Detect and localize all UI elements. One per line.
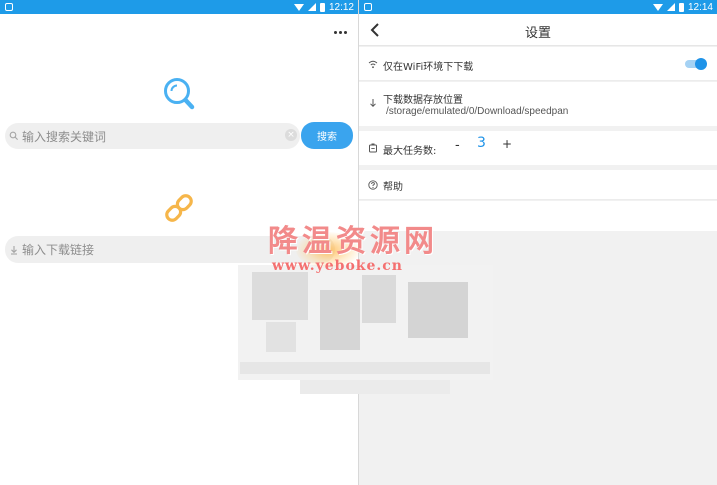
setting-label: 最大任务数: bbox=[383, 146, 437, 157]
signal-icon bbox=[666, 3, 675, 11]
link-placeholder: 输入下载链接 bbox=[22, 243, 95, 257]
battery-icon bbox=[319, 2, 325, 12]
notification-app-icon bbox=[364, 3, 372, 11]
max-tasks-value: 3 bbox=[477, 135, 486, 151]
mosaic-block bbox=[408, 282, 468, 338]
help-icon bbox=[368, 180, 378, 190]
mosaic-block bbox=[266, 322, 296, 352]
wifi-only-toggle[interactable] bbox=[685, 58, 707, 70]
increment-button[interactable]: + bbox=[502, 137, 512, 151]
setting-label: 仅在WiFi环境下下载 bbox=[383, 62, 474, 73]
search-placeholder: 输入搜索关键词 bbox=[22, 129, 107, 144]
search-button[interactable]: 搜索 bbox=[301, 122, 353, 149]
clock: 12:12 bbox=[328, 1, 354, 13]
mosaic-block bbox=[240, 362, 490, 374]
setting-max-tasks: 最大任务数: - 3 + bbox=[359, 131, 717, 165]
setting-download-path[interactable]: 下载数据存放位置 /storage/emulated/0/Download/sp… bbox=[359, 82, 717, 126]
search-small-icon bbox=[9, 131, 18, 140]
wifi-status-icon bbox=[293, 3, 304, 11]
link-logo-icon bbox=[165, 194, 193, 222]
screenshot-root: 12:12 输入搜索关键词 × 搜索 输入下载链接 12:14 设置 仅在WiF… bbox=[0, 0, 717, 485]
watermark-url: www.yeboke.cn bbox=[272, 258, 403, 274]
wifi-status-icon bbox=[652, 3, 663, 11]
setting-label: 帮助 bbox=[383, 182, 403, 193]
setting-label: 下载数据存放位置 bbox=[383, 95, 463, 106]
search-bar: 输入搜索关键词 × 搜索 bbox=[5, 122, 354, 150]
clock: 12:14 bbox=[687, 1, 713, 13]
download-small-icon bbox=[11, 245, 17, 255]
settings-toolbar: 设置 bbox=[359, 14, 717, 46]
task-box-icon bbox=[369, 143, 377, 153]
setting-help[interactable]: 帮助 bbox=[359, 170, 717, 200]
status-bar-right: 12:14 bbox=[359, 0, 717, 14]
mosaic-block bbox=[320, 290, 360, 350]
clear-icon[interactable]: × bbox=[285, 129, 297, 141]
watermark: 降温资源网 www.yeboke.cn bbox=[268, 216, 438, 274]
download-path-value: /storage/emulated/0/Download/speedpan bbox=[386, 106, 569, 117]
watermark-title: 降温资源网 bbox=[268, 224, 438, 259]
notification-app-icon bbox=[5, 3, 13, 11]
mosaic-block bbox=[362, 275, 396, 323]
decrement-button[interactable]: - bbox=[455, 138, 460, 153]
signal-icon bbox=[307, 3, 316, 11]
status-bar-left: 12:12 bbox=[0, 0, 358, 14]
battery-icon bbox=[678, 2, 684, 12]
setting-wifi-only[interactable]: 仅在WiFi环境下下载 bbox=[359, 47, 717, 81]
mosaic-block bbox=[252, 272, 308, 320]
mosaic-block bbox=[300, 380, 450, 394]
more-options-icon[interactable] bbox=[328, 24, 352, 40]
search-input[interactable]: 输入搜索关键词 bbox=[5, 123, 300, 149]
download-arrow-icon bbox=[370, 99, 376, 108]
search-logo-icon bbox=[164, 78, 195, 110]
page-title: 设置 bbox=[524, 26, 551, 41]
wifi-icon bbox=[368, 60, 378, 69]
